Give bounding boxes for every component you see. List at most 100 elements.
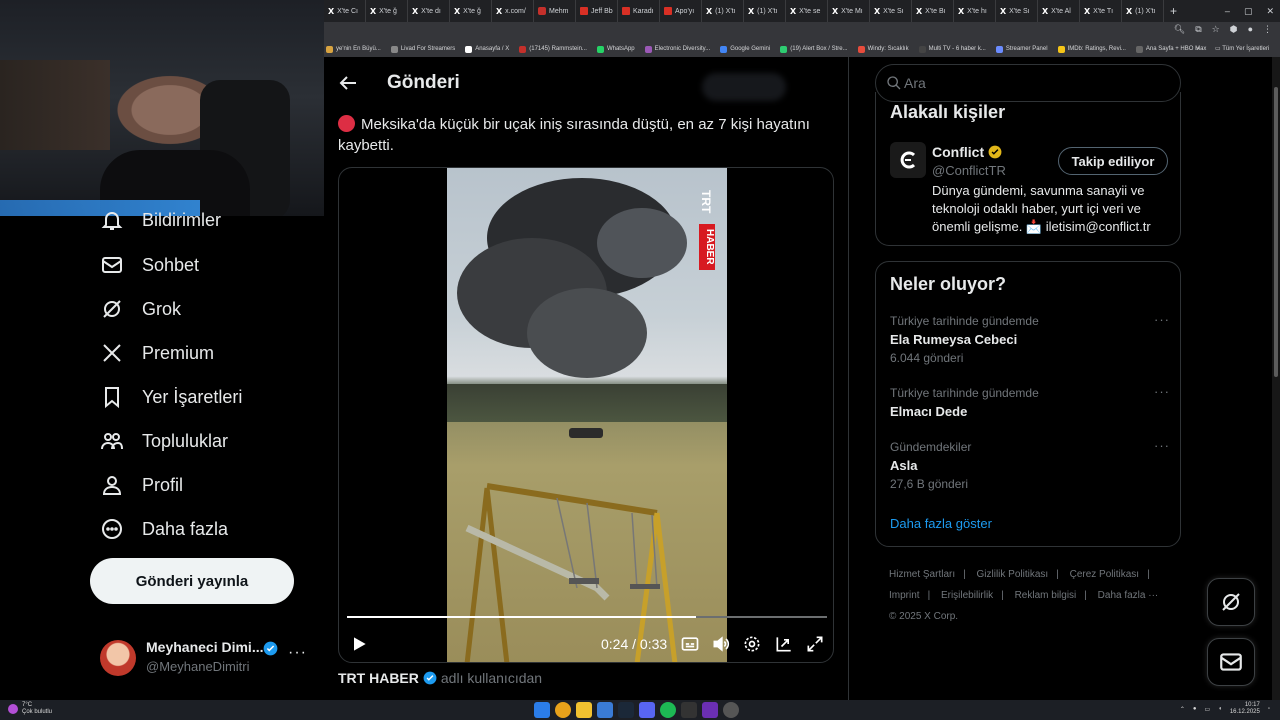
bookmark-item[interactable]: Electronic Diversity... — [644, 45, 710, 53]
search-input[interactable] — [904, 65, 1164, 101]
browser-tab[interactable]: XApo'yı — [660, 0, 702, 22]
steam-icon[interactable] — [618, 702, 634, 718]
conflict-avatar[interactable] — [890, 142, 926, 178]
bookmark-item[interactable]: Google Gemini — [720, 45, 770, 53]
nav-item-communities[interactable]: Topluluklar — [100, 426, 228, 456]
footer-more[interactable]: Daha fazla ··· — [1098, 590, 1159, 601]
source-name[interactable]: TRT HABER — [338, 670, 419, 686]
nav-item-grok[interactable]: Grok — [100, 294, 181, 324]
browser-tab[interactable]: XMehm — [534, 0, 576, 22]
following-button[interactable]: Takip ediliyor — [1058, 147, 1168, 175]
browser-tab[interactable]: X X'te Sı — [996, 0, 1038, 22]
browser-tab[interactable]: X X'te Mı — [828, 0, 870, 22]
tray-chevron-icon[interactable]: ⌃ — [1180, 706, 1185, 713]
new-tab-button[interactable]: + — [1164, 0, 1177, 22]
bookmark-item[interactable]: Livad For Streamers — [390, 45, 455, 53]
bookmark-item[interactable]: (17145) Rammstein... — [519, 45, 587, 53]
bookmark-item[interactable]: Streamer Panel — [995, 45, 1048, 53]
footer-imprint[interactable]: Imprint — [889, 590, 920, 601]
show-more-link[interactable]: Daha fazla göster — [890, 516, 992, 531]
video-player[interactable]: TRT HABER 0:24 / 0:33 — [338, 167, 834, 663]
nav-item-premium[interactable]: Premium — [100, 338, 214, 368]
bookmark-item[interactable]: Multi TV - 6 haber k... — [918, 45, 986, 53]
footer-terms[interactable]: Hizmet Şartları — [889, 569, 955, 580]
search-box[interactable] — [875, 64, 1181, 102]
browser-tab[interactable]: X X'te Al — [1038, 0, 1080, 22]
nav-item-more[interactable]: Daha fazla — [100, 514, 228, 544]
extensions-icon[interactable]: ⬢ — [1230, 24, 1238, 35]
menu-icon[interactable]: ⋮ — [1263, 24, 1272, 35]
grok-floating-button[interactable] — [1207, 578, 1255, 626]
browser-tab[interactable]: XJeff Bb — [576, 0, 618, 22]
epic-games-icon[interactable] — [681, 702, 697, 718]
profile-icon[interactable]: ● — [1248, 24, 1253, 35]
nav-item-notifications[interactable]: Bildirimler — [100, 205, 221, 235]
trend-item[interactable]: Türkiye tarihinde gündemde Elmacı Dede ·… — [890, 384, 1170, 419]
bookmark-item[interactable]: IMDb: Ratings, Revi... — [1057, 45, 1126, 53]
app-icon[interactable] — [702, 702, 718, 718]
spotify-icon[interactable] — [660, 702, 676, 718]
minimize-icon[interactable]: – — [1225, 6, 1230, 16]
fullscreen-button[interactable] — [805, 632, 825, 656]
account-more-icon[interactable]: ··· — [288, 644, 307, 662]
trend-item[interactable]: Gündemdekiler Asla 27,6 B gönderi ··· — [890, 438, 1170, 491]
browser-tab[interactable]: X X'te Cı — [324, 0, 366, 22]
browser-tab[interactable]: X (1) X'tı — [702, 0, 744, 22]
bookmark-item[interactable]: (19) Alert Box / Stre... — [780, 45, 848, 53]
maximize-icon[interactable]: ▢ — [1244, 6, 1253, 17]
browser-tab[interactable]: X X'te ğ — [450, 0, 492, 22]
network-icon[interactable]: ▭ — [1205, 706, 1211, 713]
file-explorer-icon[interactable] — [576, 702, 592, 718]
footer-cookies[interactable]: Çerez Politikası — [1070, 569, 1139, 580]
page-scrollbar[interactable] — [1272, 57, 1280, 700]
scrollbar-thumb[interactable] — [1274, 87, 1278, 377]
volume-button[interactable] — [711, 632, 731, 656]
messages-floating-button[interactable] — [1207, 638, 1255, 686]
video-progress-bar[interactable] — [347, 616, 827, 618]
browser-tab[interactable]: X (1) X'tı — [1122, 0, 1164, 22]
chrome-icon[interactable] — [555, 702, 571, 718]
browser-tab[interactable]: X X'te ğ — [366, 0, 408, 22]
discord-icon[interactable] — [639, 702, 655, 718]
all-bookmarks[interactable]: » ▭ Tüm Yer İşaretleri — [1196, 45, 1274, 52]
back-arrow-icon[interactable] — [336, 71, 360, 95]
browser-tab[interactable]: XKaradı — [618, 0, 660, 22]
browser-tab[interactable]: X X'te hı — [954, 0, 996, 22]
volume-icon[interactable]: ◖ — [1218, 706, 1222, 712]
browser-tab[interactable]: X X'te Sı — [870, 0, 912, 22]
trend-more-icon[interactable]: ··· — [1154, 384, 1170, 399]
footer-accessibility[interactable]: Erişilebilirlik — [941, 590, 993, 601]
related-name[interactable]: Conflict — [932, 144, 1002, 160]
browser-tab[interactable]: X X'te se — [786, 0, 828, 22]
microphone-icon[interactable]: ● — [1193, 706, 1197, 712]
trend-more-icon[interactable]: ··· — [1154, 312, 1170, 327]
notifications-icon[interactable]: ▫ — [1268, 706, 1270, 712]
bookmark-item[interactable]: ye'nin En Büyü... — [326, 45, 381, 53]
nav-item-chat[interactable]: Sohbet — [100, 250, 199, 280]
bookmark-item[interactable]: WhatsApp — [596, 45, 635, 53]
captions-button[interactable] — [680, 632, 700, 656]
footer-ads-info[interactable]: Reklam bilgisi — [1015, 590, 1077, 601]
star-icon[interactable]: ☆ — [1212, 24, 1220, 35]
picture-in-picture-button[interactable] — [774, 632, 794, 656]
browser-tab[interactable]: Xx.com/ — [492, 0, 534, 22]
bookmark-item[interactable]: Anasayfa / X — [465, 45, 509, 53]
bookmark-item[interactable]: Windy: Sıcaklık — [857, 45, 909, 53]
browser-tab[interactable]: X X'te Bı — [912, 0, 954, 22]
zoom-icon[interactable]: 🔍︎ — [1174, 24, 1185, 35]
browser-tab[interactable]: X X'te Tı — [1080, 0, 1122, 22]
play-button[interactable] — [349, 632, 369, 656]
obs-icon[interactable] — [723, 702, 739, 718]
windows-start-icon[interactable] — [534, 702, 550, 718]
weather-widget[interactable]: 7°C Çok bulutlu — [8, 702, 52, 716]
browser-tab[interactable]: X (1) X'tı — [744, 0, 786, 22]
clock[interactable]: 10:17 16.12.2025 — [1230, 702, 1260, 716]
bookmarks-overflow[interactable]: » — [1196, 46, 1199, 52]
app-icon[interactable] — [597, 702, 613, 718]
settings-button[interactable] — [742, 632, 762, 656]
account-switcher[interactable]: Meyhaneci Dimi... @MeyhaneDimitri ··· — [100, 636, 310, 680]
footer-privacy[interactable]: Gizlilik Politikası — [977, 569, 1049, 580]
close-icon[interactable]: ✕ — [1266, 6, 1274, 17]
trend-more-icon[interactable]: ··· — [1154, 438, 1170, 453]
browser-tab[interactable]: X X'te dı — [408, 0, 450, 22]
